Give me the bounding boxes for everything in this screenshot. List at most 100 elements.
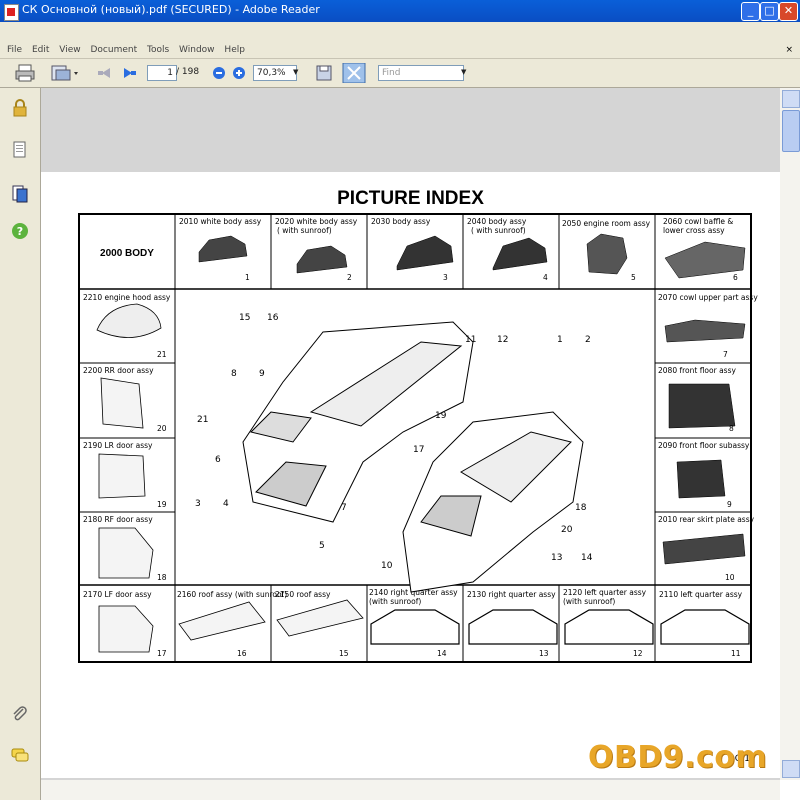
maximize-button[interactable]: □	[760, 2, 779, 21]
callout-number: 10	[381, 561, 393, 571]
cell-label: 2170 LF door assy	[83, 590, 152, 599]
help-icon[interactable]: ?	[11, 222, 29, 240]
cell-number: 9	[727, 500, 732, 509]
cell-label: 2160 roof assy (with sunroof)	[177, 590, 287, 599]
cell-number: 5	[631, 273, 636, 282]
top-row-cell[interactable]: 2050 engine room assy 5	[562, 219, 651, 282]
print-icon[interactable]	[14, 63, 36, 83]
document-close-button[interactable]: ×	[785, 42, 793, 58]
cell-number: 1	[245, 273, 250, 282]
left-column-cell[interactable]: 2210 engine hood assy 21	[83, 293, 171, 359]
hand-tool-icon[interactable]	[50, 63, 80, 83]
navigation-sidebar: ?	[0, 88, 41, 800]
cell-number: 12	[633, 649, 643, 658]
prev-page-icon[interactable]	[94, 63, 114, 83]
callout-number: 12	[497, 335, 508, 345]
right-column-cell[interactable]: 2080 front floor assy 8	[658, 366, 736, 433]
cell-number: 3	[443, 273, 448, 282]
bookmarks-icon[interactable]	[11, 185, 29, 203]
bottom-row-cell[interactable]: 2140 right quarter assy (with sunroof) 1…	[369, 588, 460, 658]
menu-window[interactable]: Window	[179, 42, 215, 58]
cell-number: 16	[237, 649, 247, 658]
window-title: СК Основной (новый).pdf (SECURED) - Adob…	[22, 3, 320, 16]
left-column-cell[interactable]: 2200 RR door assy 20	[83, 366, 167, 433]
bottom-row-cell[interactable]: 2130 right quarter assy 13	[467, 590, 558, 658]
menu-document[interactable]: Document	[90, 42, 137, 58]
scroll-up-button[interactable]	[782, 90, 800, 108]
zoom-out-icon[interactable]	[210, 63, 228, 83]
callout-number: 11	[465, 335, 476, 345]
menu-tools[interactable]: Tools	[147, 42, 169, 58]
next-page-icon[interactable]	[120, 63, 140, 83]
cell-label: 2070 cowl upper part assy	[658, 293, 758, 302]
left-column-cell[interactable]: 2190 LR door assy 19	[83, 441, 167, 509]
cell-label: 2050 engine room assy	[562, 219, 651, 228]
cell-label: 2120 left quarter assy	[563, 588, 647, 597]
bottom-row-cell[interactable]: 2120 left quarter assy (with sunroof) 12	[563, 588, 654, 658]
minimize-button[interactable]: _	[741, 2, 760, 21]
top-row-cell[interactable]: 2020 white body assy ( with sunroof) 2	[275, 217, 358, 282]
cell-label: 2090 front floor subassy	[658, 441, 750, 450]
left-column-cell[interactable]: 2180 RF door assy 18	[83, 515, 167, 582]
watermark: OBD9.com	[588, 740, 768, 775]
cell-number: 2	[347, 273, 352, 282]
callout-number: 2	[585, 335, 591, 345]
top-row-cell[interactable]: 2010 white body assy 1	[179, 217, 262, 282]
page-total: / 198	[176, 67, 200, 77]
callout-number: 16	[267, 313, 279, 323]
menu-help[interactable]: Help	[224, 42, 245, 58]
toolbar: 1 / 198 70,3% ▼ Find ▼	[0, 59, 800, 88]
callout-number: 8	[231, 369, 237, 379]
top-row-cell[interactable]: 2040 body assy ( with sunroof) 4	[467, 217, 548, 282]
zoom-select[interactable]: 70,3%	[253, 65, 297, 81]
exploded-body-illustration	[242, 321, 584, 593]
vertical-scrollbar[interactable]	[780, 88, 800, 780]
save-icon[interactable]	[314, 63, 334, 83]
cell-label: 2110 left quarter assy	[659, 590, 743, 599]
document-view[interactable]: PICTURE INDEX 2000 BODY 2010 white body …	[41, 88, 780, 780]
horizontal-scrollbar[interactable]	[41, 780, 780, 800]
comments-icon[interactable]	[11, 746, 29, 764]
callout-number: 5	[319, 541, 325, 551]
cell-label: 2200 RR door assy	[83, 366, 154, 375]
title-bar-lower	[0, 22, 800, 42]
cell-label: 2010 white body assy	[179, 217, 262, 226]
pages-icon[interactable]	[11, 141, 29, 159]
cell-number: 4	[543, 273, 548, 282]
cell-sublabel: (with sunroof)	[563, 597, 615, 606]
attachment-icon[interactable]	[11, 706, 29, 724]
cell-number: 6	[733, 273, 738, 282]
right-column-cell[interactable]: 2090 front floor subassy 9	[658, 441, 750, 509]
top-row-cell[interactable]: 2060 cowl baffle & lower cross assy 6	[663, 217, 746, 282]
cell-label: 2030 body assy	[371, 217, 431, 226]
lock-icon[interactable]	[11, 99, 29, 117]
cell-label: 2020 white body assy	[275, 217, 358, 226]
bottom-row-cell[interactable]: 2150 roof assy 15	[275, 590, 364, 658]
cell-number: 13	[539, 649, 549, 658]
zoom-in-icon[interactable]	[230, 63, 248, 83]
picture-index-table: 2000 BODY 2010 white body assy 1 2020 wh…	[78, 213, 758, 663]
page-number-input[interactable]: 1	[147, 65, 177, 81]
top-row-cell[interactable]: 2030 body assy 3	[371, 217, 454, 282]
callout-number: 20	[561, 525, 573, 535]
find-dropdown-arrow[interactable]: ▼	[461, 68, 466, 88]
cell-label: 2010 rear skirt plate assy	[658, 515, 755, 524]
cell-number: 17	[157, 649, 167, 658]
callout-number: 21	[197, 415, 208, 425]
scroll-down-button[interactable]	[782, 760, 800, 778]
menu-edit[interactable]: Edit	[32, 42, 49, 58]
fit-page-icon[interactable]	[342, 63, 366, 83]
pdf-icon	[4, 4, 19, 21]
right-column-cell[interactable]: 2070 cowl upper part assy 7	[658, 293, 758, 359]
cell-label: 2190 LR door assy	[83, 441, 153, 450]
right-column-cell[interactable]: 2010 rear skirt plate assy 10	[658, 515, 755, 582]
scroll-thumb[interactable]	[782, 110, 800, 152]
zoom-dropdown-arrow[interactable]: ▼	[293, 68, 298, 88]
bottom-row-cell[interactable]: 2110 left quarter assy 11	[659, 590, 750, 658]
find-input[interactable]: Find	[378, 65, 464, 81]
bottom-row-cell[interactable]: 2170 LF door assy 17	[83, 590, 167, 658]
close-button[interactable]: ✕	[779, 2, 798, 21]
menu-view[interactable]: View	[59, 42, 80, 58]
menu-file[interactable]: File	[7, 42, 22, 58]
cell-number: 14	[437, 649, 447, 658]
